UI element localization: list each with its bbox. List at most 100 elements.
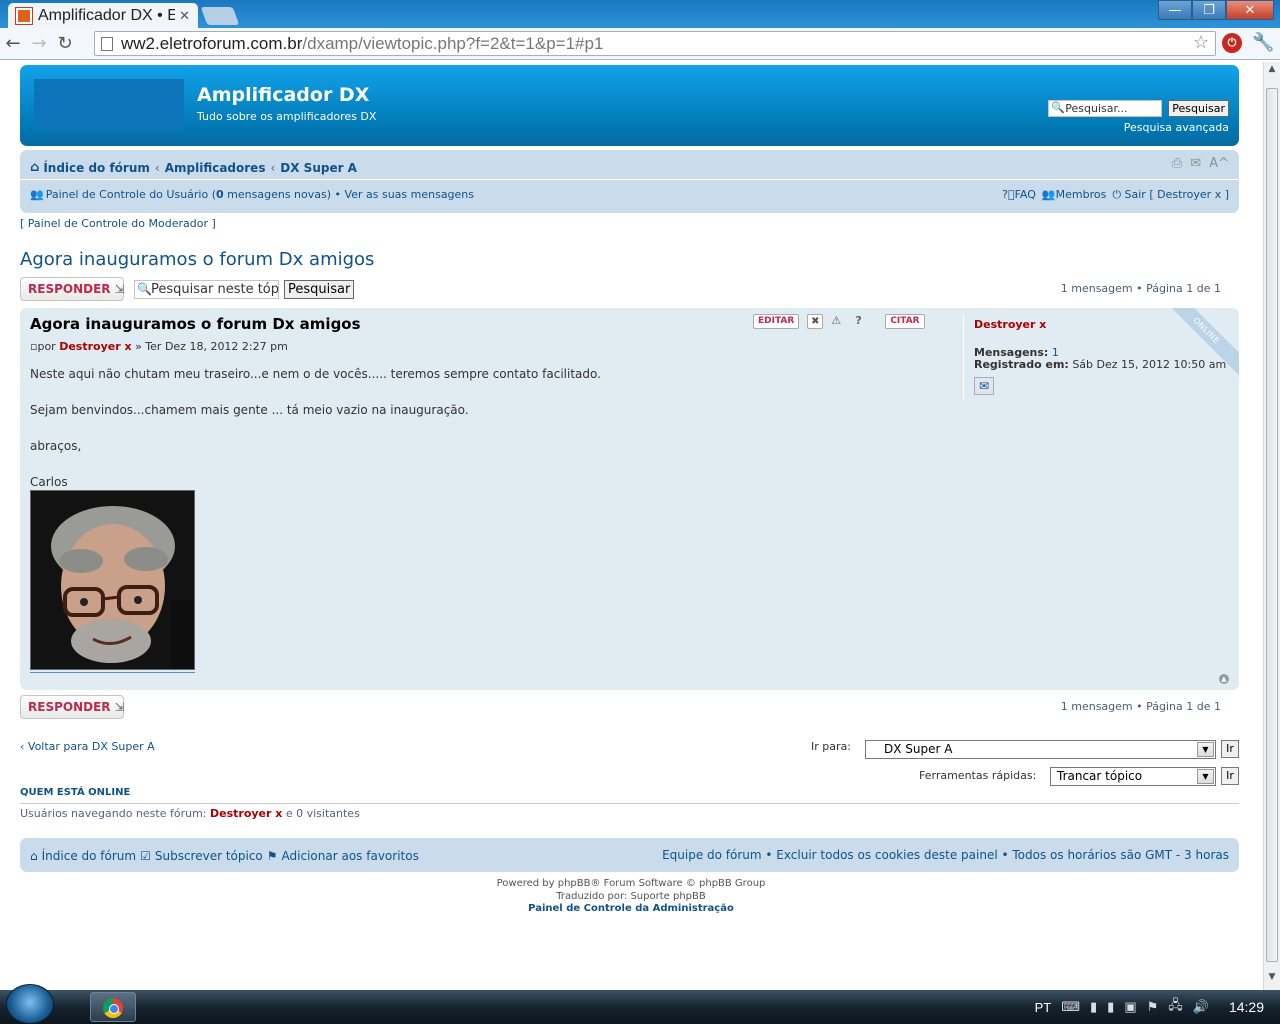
quick-tools-select[interactable]: Trancar tópico ▼ <box>1050 767 1216 786</box>
flag-tray-icon[interactable]: ▮ <box>1107 999 1114 1015</box>
ucp-text-pre: Painel de Controle do Usuário ( <box>45 188 217 201</box>
post-content: Neste aqui não chutam meu traseiro...e n… <box>30 365 601 509</box>
back-to-top-icon[interactable]: ▲ <box>1219 674 1229 684</box>
browser-tab[interactable]: Amplificador DX • Ex ✕ <box>8 3 198 28</box>
keyboard-icon[interactable]: ⌨ <box>1061 999 1080 1015</box>
extension-icon[interactable]: ⏻ <box>1222 33 1242 53</box>
print-icon[interactable]: ⎙ <box>1172 156 1182 171</box>
faq-link[interactable]: FAQ <box>1015 188 1036 201</box>
back-link-text: Voltar para DX Super A <box>27 740 155 753</box>
footer-index-link[interactable]: Índice do fórum <box>42 849 136 863</box>
checkbox-icon: ☑ <box>140 849 151 863</box>
reply-arrow-icon: ⇲ <box>114 700 125 714</box>
bookmark-link[interactable]: Adicionar aos favoritos <box>282 849 419 863</box>
view-messages-link[interactable]: Ver as suas mensagens <box>345 188 474 201</box>
chrome-icon <box>103 998 123 1018</box>
reply-button-top[interactable]: RESPONDER ⇲ <box>20 277 125 301</box>
clock[interactable]: 14:29 <box>1229 999 1264 1015</box>
crumb-amplificadores[interactable]: Amplificadores <box>165 161 266 175</box>
power-icon: ⏻ <box>1112 188 1122 201</box>
topic-title[interactable]: Agora inauguramos o forum Dx amigos <box>20 249 374 270</box>
page-info-top: 1 mensagem • Página 1 de 1 <box>1060 282 1221 295</box>
who-divider <box>20 803 1239 804</box>
header-search-input[interactable]: 🔍 Pesquisar... <box>1048 100 1163 117</box>
page-tools: ⎙ ✉ A^ <box>1172 156 1229 171</box>
subscribe-link[interactable]: Subscrever tópico <box>155 849 263 863</box>
members-link[interactable]: Membros <box>1056 188 1107 201</box>
action-center-icon[interactable]: ⚑ <box>1147 999 1159 1015</box>
email-topic-icon[interactable]: ✉ <box>1190 156 1201 171</box>
report-icon[interactable]: ⚠ <box>831 314 847 329</box>
topic-search-value: Pesquisar neste tópico <box>151 282 279 297</box>
topic-search: 🔍 Pesquisar neste tópico Pesquisar <box>134 280 355 299</box>
address-bar[interactable]: ww2.eletroforum.com.br/dxamp/viewtopic.p… <box>94 31 1216 56</box>
private-message-icon[interactable]: ✉ <box>974 377 994 395</box>
forward-arrow-icon[interactable]: → <box>26 33 52 54</box>
search-icon: 🔍 <box>1051 101 1065 114</box>
crumb-dx-super-a[interactable]: DX Super A <box>280 161 357 175</box>
quote-button[interactable]: CITAR <box>885 314 925 329</box>
acp-link[interactable]: Painel de Controle da Administração <box>0 903 1262 915</box>
reply-label: RESPONDER <box>28 700 111 714</box>
maximize-button[interactable]: ❐ <box>1192 0 1226 20</box>
site-logo[interactable] <box>34 79 184 131</box>
crumb-index[interactable]: Índice do fórum <box>43 161 150 175</box>
by-prefix: por <box>37 340 56 353</box>
browser-tabbar: Amplificador DX • Ex ✕ — ❐ ✕ <box>0 0 1280 28</box>
page-info-bottom: 1 mensagem • Página 1 de 1 <box>1060 700 1221 713</box>
reload-icon[interactable]: ↻ <box>52 33 78 54</box>
post-title[interactable]: Agora inauguramos o forum Dx amigos <box>30 315 361 333</box>
taskbar-chrome[interactable] <box>90 992 136 1022</box>
quick-tools-label: Ferramentas rápidas: <box>919 769 1037 782</box>
back-link[interactable]: ‹ Voltar para DX Super A <box>20 740 155 753</box>
scroll-down-icon[interactable]: ▼ <box>1264 972 1280 988</box>
topic-search-input[interactable]: 🔍 Pesquisar neste tópico <box>134 280 279 299</box>
who-user[interactable]: Destroyer x <box>210 807 282 820</box>
back-arrow-icon[interactable]: ← <box>0 33 26 54</box>
footer-right-links[interactable]: Equipe do fórum • Excluir todos os cooki… <box>662 848 1229 862</box>
font-size-icon[interactable]: A^ <box>1209 156 1229 171</box>
quick-tools-go-button[interactable]: Ir <box>1221 767 1239 785</box>
close-window-button[interactable]: ✕ <box>1226 0 1274 20</box>
reply-button-bottom[interactable]: RESPONDER ⇲ <box>20 695 125 719</box>
monitor-icon[interactable]: ▣ <box>1124 999 1136 1015</box>
footer-left-links: ⌂ Índice do fórum ☑ Subscrever tópico ⚑ Adi… <box>30 849 419 863</box>
start-button[interactable] <box>6 984 54 1024</box>
vertical-scrollbar[interactable]: ▲ ▼ <box>1263 62 1280 990</box>
scrollbar-thumb[interactable] <box>1266 88 1278 962</box>
new-tab-button[interactable] <box>200 7 240 25</box>
reply-arrow-icon: ⇲ <box>114 282 125 296</box>
jump-select[interactable]: DX Super A ▼ <box>865 740 1216 759</box>
reply-label: RESPONDER <box>28 282 111 296</box>
ucp-link[interactable]: Painel de Controle do Usuário (0 mensage… <box>46 188 331 201</box>
system-tray: PT ⌨ ▮ ▮ ▣ ⚑ 🖧 🔊 14:29 <box>1035 990 1280 1024</box>
nav-divider <box>20 179 1239 180</box>
registered-label: Registrado em: <box>974 358 1069 371</box>
post-author[interactable]: Destroyer x <box>59 340 131 353</box>
tab-close-icon[interactable]: ✕ <box>179 8 190 24</box>
minimize-button[interactable]: — <box>1158 0 1192 20</box>
advanced-search-link[interactable]: Pesquisa avançada <box>1124 121 1229 134</box>
ucp-new-count: 0 <box>216 188 224 201</box>
ucp-links: 👥 Painel de Controle do Usuário (0 mensag… <box>30 188 474 201</box>
delete-icon[interactable]: ✖ <box>807 314 824 329</box>
language-indicator[interactable]: PT <box>1035 1000 1052 1015</box>
info-icon[interactable]: ? <box>855 314 871 329</box>
post-signature-name: Carlos <box>30 475 68 489</box>
wrench-menu-icon[interactable]: 🔧 <box>1252 32 1274 53</box>
jump-label: Ir para: <box>811 740 851 753</box>
logout-link[interactable]: Sair [ Destroyer x ] <box>1125 188 1229 201</box>
bookmark-icon: ⚑ <box>266 849 278 863</box>
jump-go-button[interactable]: Ir <box>1221 740 1239 758</box>
header-search-button[interactable]: Pesquisar <box>1168 100 1229 117</box>
mcp-link[interactable]: [ Painel de Controle do Moderador ] <box>20 217 216 230</box>
scroll-up-icon[interactable]: ▲ <box>1264 64 1280 80</box>
signature-divider <box>30 672 195 673</box>
app-tray-icon[interactable]: ▮ <box>1090 999 1097 1015</box>
bookmark-star-icon[interactable]: ☆ <box>1193 31 1209 54</box>
topic-search-button[interactable]: Pesquisar <box>284 280 355 299</box>
network-icon[interactable]: 🖧 <box>1168 996 1183 1018</box>
edit-button[interactable]: EDITAR <box>753 314 800 329</box>
volume-icon[interactable]: 🔊 <box>1193 999 1209 1015</box>
translated-by: Traduzido por: Suporte phpBB <box>556 891 706 902</box>
